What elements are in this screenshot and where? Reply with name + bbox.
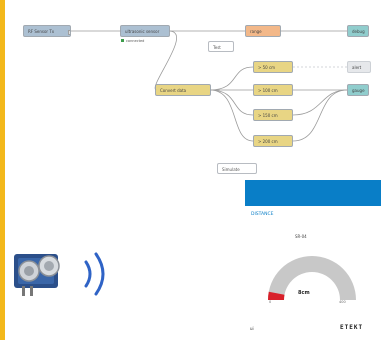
dashboard-header: [245, 180, 381, 206]
node-label: > 50 cm: [258, 65, 276, 70]
gauge-min: 0: [269, 300, 272, 304]
node-label: > 100 cm: [258, 88, 278, 93]
node-label: range: [250, 29, 262, 34]
gauge-value: 8cm: [298, 290, 310, 296]
node-label: Convert data: [160, 88, 187, 93]
node-label: > 200 cm: [258, 139, 278, 144]
node-label: debug: [352, 29, 365, 34]
node-rf-sensor[interactable]: RF Sensor Tx: [23, 25, 71, 37]
node-over-150[interactable]: > 150 cm: [253, 109, 293, 121]
note-test[interactable]: Test: [208, 41, 234, 52]
status-text: connected: [126, 39, 145, 43]
node-alert[interactable]: alert: [347, 61, 371, 73]
output-port[interactable]: [68, 30, 70, 35]
node-gauge[interactable]: gauge: [347, 84, 369, 96]
note-label: Test: [213, 45, 221, 50]
footer-label: ui: [250, 326, 254, 331]
brand-logo: ETEKT: [340, 324, 364, 331]
node-over-50[interactable]: > 50 cm: [253, 61, 293, 73]
gauge-title: SR-04: [295, 234, 307, 239]
node-over-200[interactable]: > 200 cm: [253, 135, 293, 147]
node-ultrasonic-sensor[interactable]: ultrasonic sensor: [120, 25, 170, 37]
node-range[interactable]: range: [245, 25, 281, 37]
node-label: ultrasonic sensor: [125, 29, 160, 34]
note-label: Simulate: [222, 167, 240, 172]
status-dot-icon: [121, 39, 124, 42]
signal-waves-icon: [84, 252, 105, 296]
node-label: alert: [352, 65, 362, 70]
node-label: > 150 cm: [258, 113, 278, 118]
node-status: connected: [121, 39, 144, 43]
node-debug[interactable]: debug: [347, 25, 369, 37]
node-label: RF Sensor Tx: [28, 29, 55, 34]
dashboard-tab[interactable]: DISTANCE: [251, 212, 273, 217]
gauge-track: [268, 256, 356, 300]
node-over-100[interactable]: > 100 cm: [253, 84, 293, 96]
gauge-max: 400: [339, 300, 346, 304]
node-label: gauge: [352, 88, 365, 93]
distance-gauge: [268, 256, 356, 300]
node-convert-data[interactable]: Convert data: [155, 84, 211, 96]
note-simulate[interactable]: Simulate: [217, 163, 257, 174]
